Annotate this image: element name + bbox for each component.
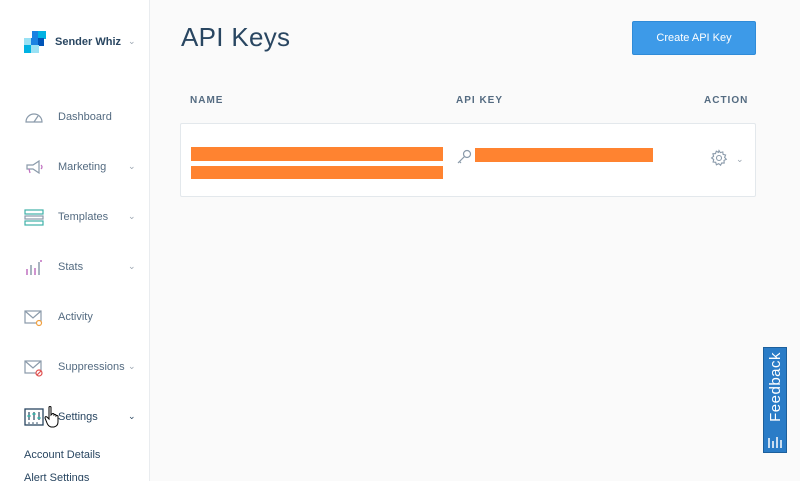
chevron-down-icon: ⌄: [128, 36, 136, 46]
sidebar-item-label: Suppressions: [58, 361, 125, 373]
sidebar-item-activity[interactable]: Activity: [24, 305, 142, 329]
gear-icon[interactable]: [710, 149, 728, 167]
chevron-down-icon: ⌄: [128, 361, 136, 371]
sidebar: Sender Whiz ⌄ Dashboard Marketing ⌄ Temp…: [0, 0, 150, 481]
redacted-name-line-1: [191, 147, 443, 161]
create-api-key-button[interactable]: Create API Key: [632, 21, 756, 55]
feedback-tab[interactable]: Feedback: [763, 347, 787, 453]
column-header-name: NAME: [190, 95, 224, 106]
sidebar-item-label: Stats: [58, 261, 84, 273]
brand-logo-icon: [24, 31, 46, 53]
account-switcher[interactable]: Sender Whiz ⌄: [24, 30, 144, 54]
table-row: ⌄: [180, 123, 756, 197]
brand-name: Sender Whiz: [55, 36, 122, 48]
sidebar-item-label: Dashboard: [58, 111, 112, 123]
sidebar-item-marketing[interactable]: Marketing ⌄: [24, 155, 142, 179]
redacted-api-key: [475, 148, 653, 162]
megaphone-icon: [26, 159, 43, 175]
sidebar-item-label: Marketing: [58, 161, 107, 173]
column-header-api-key: API KEY: [456, 95, 504, 106]
activity-icon: [24, 310, 43, 327]
sidebar-item-label: Templates: [58, 211, 109, 223]
sidebar-item-suppressions[interactable]: Suppressions ⌄: [24, 355, 142, 379]
chevron-down-icon: ⌄: [128, 161, 136, 171]
chevron-down-icon: ⌄: [128, 261, 136, 271]
column-header-action: ACTION: [704, 95, 749, 106]
main-content: API Keys Create API Key NAME API KEY ACT…: [151, 0, 800, 481]
suppressions-icon: [24, 360, 43, 377]
sidebar-item-settings[interactable]: Settings ⌄: [24, 405, 142, 429]
chevron-down-icon: ⌄: [128, 411, 136, 421]
key-icon: [457, 149, 472, 164]
sidebar-item-stats[interactable]: Stats ⌄: [24, 255, 142, 279]
feedback-label: Feedback: [766, 352, 784, 422]
subnav-alert-settings[interactable]: Alert Settings: [24, 472, 89, 481]
chevron-down-icon: ⌄: [128, 211, 136, 221]
sidebar-item-label: Settings: [58, 411, 98, 423]
subnav-account-details[interactable]: Account Details: [24, 449, 100, 461]
sidebar-item-label: Activity: [58, 311, 93, 323]
chevron-down-icon[interactable]: ⌄: [736, 154, 744, 165]
dashboard-icon: [25, 113, 43, 123]
feedback-bars-icon: [768, 437, 782, 448]
redacted-name-line-2: [191, 166, 443, 179]
templates-icon: [24, 209, 44, 226]
page-title: API Keys: [181, 22, 291, 52]
stats-icon: [26, 260, 42, 275]
settings-icon: [24, 408, 44, 426]
hand-cursor-icon: [44, 406, 59, 428]
sidebar-item-templates[interactable]: Templates ⌄: [24, 205, 142, 229]
sidebar-item-dashboard[interactable]: Dashboard: [24, 105, 142, 129]
